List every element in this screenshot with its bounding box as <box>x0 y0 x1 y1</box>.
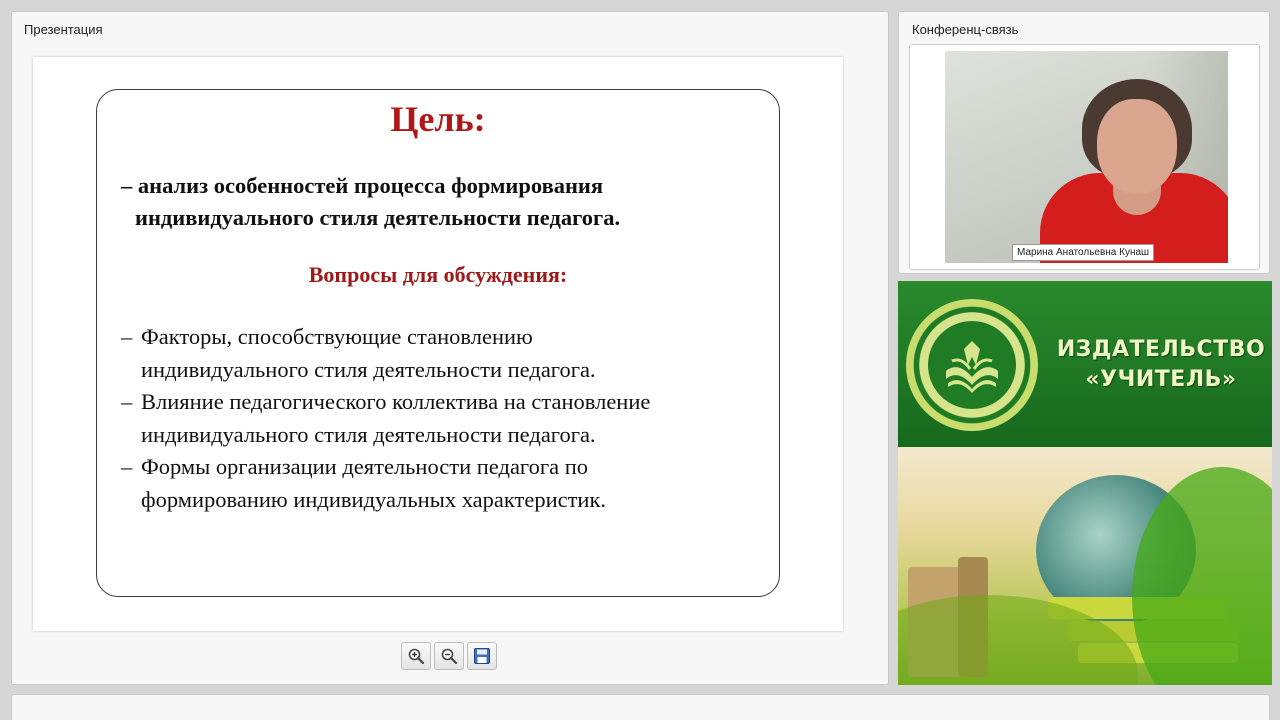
participant-video[interactable]: Марина Анатольевна Кунаш <box>945 51 1228 263</box>
banner-image <box>898 447 1272 685</box>
participant-name-tag: Марина Анатольевна Кунаш <box>1012 244 1155 261</box>
slide-frame: Цель: – анализ особенностей процесса фор… <box>96 89 780 597</box>
question-line: индивидуального стиля деятельности педаг… <box>141 421 596 447</box>
goal-line-1: – анализ особенностей процесса формирова… <box>121 173 604 198</box>
zoom-in-button[interactable] <box>401 642 431 670</box>
floppy-disk-icon <box>474 648 490 664</box>
goal-text: – анализ особенностей процесса формирова… <box>121 170 761 234</box>
presentation-panel: Презентация Цель: – анализ особенностей … <box>11 11 889 685</box>
publisher-logo-icon <box>906 299 1038 431</box>
participant-face <box>1097 99 1177 194</box>
discussion-questions-heading: Вопросы для обсуждения: <box>308 262 568 287</box>
question-line: формированию индивидуальных характеристи… <box>141 486 607 512</box>
publisher-banner: ИЗДАТЕЛЬСТВО «УЧИТЕЛЬ» <box>898 281 1272 685</box>
logo-emblem <box>924 317 1020 413</box>
question-line: Факторы, способствующие становлению <box>141 324 533 349</box>
conference-panel-title: Конференц-связь <box>912 22 1019 37</box>
presentation-slide: Цель: – анализ особенностей процесса фор… <box>33 57 843 631</box>
question-line: Влияние педагогического коллектива на ст… <box>141 389 651 414</box>
banner-header: ИЗДАТЕЛЬСТВО «УЧИТЕЛЬ» <box>898 281 1272 447</box>
questions-list: – Факторы, способствующие становлению ин… <box>121 321 771 516</box>
list-item: – Факторы, способствующие становлению ин… <box>121 321 771 386</box>
slide-toolbar <box>401 642 497 672</box>
question-line: Формы организации деятельности педагога … <box>141 454 588 479</box>
save-button[interactable] <box>467 642 497 670</box>
list-item: – Формы организации деятельности педагог… <box>121 451 771 516</box>
slide-heading: Цель: <box>390 99 486 139</box>
goal-line-2: индивидуального стиля деятельности педаг… <box>135 205 621 230</box>
list-dash: – <box>121 454 133 479</box>
zoom-in-icon <box>408 648 425 665</box>
video-container: Марина Анатольевна Кунаш <box>909 44 1260 270</box>
bottom-panel <box>11 694 1270 720</box>
publisher-name-line-1: ИЗДАТЕЛЬСТВО <box>1056 337 1266 362</box>
list-item: – Влияние педагогического коллектива на … <box>121 386 771 451</box>
list-dash: – <box>121 389 133 414</box>
zoom-out-button[interactable] <box>434 642 464 670</box>
conference-panel: Конференц-связь Марина Анатольевна Кунаш <box>898 11 1270 274</box>
presentation-panel-title: Презентация <box>24 22 103 37</box>
publisher-name-line-2: «УЧИТЕЛЬ» <box>1085 367 1237 392</box>
zoom-out-icon <box>441 648 458 665</box>
list-dash: – <box>121 324 133 349</box>
book-emblem-icon <box>946 341 998 393</box>
question-line: индивидуального стиля деятельности педаг… <box>141 356 596 382</box>
